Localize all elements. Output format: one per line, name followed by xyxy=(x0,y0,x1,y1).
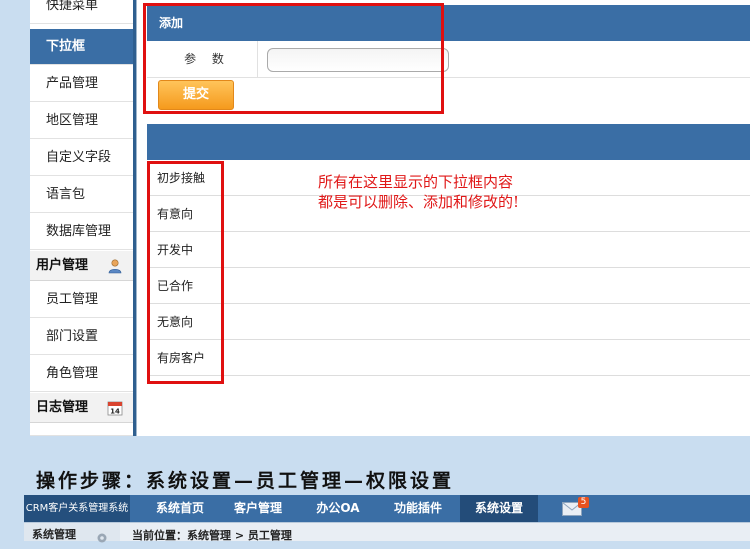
sidebar: 快捷菜单 下拉框 产品管理 地区管理 自定义字段 语言包 数据库管理 用户管理 … xyxy=(30,0,136,436)
gear-icon xyxy=(97,533,107,543)
calendar-icon-number: 14 xyxy=(110,408,120,416)
crm-app-title: CRM客户关系管理系统 xyxy=(24,495,130,522)
calendar-icon: 14 xyxy=(107,401,123,416)
sidebar-item-quick-menu[interactable]: 快捷菜单 xyxy=(30,0,133,24)
dropdown-list-header xyxy=(147,124,750,160)
sub-menu-label: 系统管理 xyxy=(32,528,76,541)
user-icon xyxy=(108,259,122,274)
mail-count-badge: 5 xyxy=(578,497,589,508)
tab-customer-management[interactable]: 客户管理 xyxy=(220,495,296,522)
list-item[interactable]: 有房客户 xyxy=(147,340,750,376)
tab-plugins[interactable]: 功能插件 xyxy=(380,495,456,522)
sidebar-item-department-settings[interactable]: 部门设置 xyxy=(30,319,133,355)
sidebar-spacer xyxy=(30,424,133,436)
sidebar-item-role-management[interactable]: 角色管理 xyxy=(30,356,133,392)
sidebar-group-log-management[interactable]: 日志管理 14 xyxy=(30,393,133,423)
highlight-box-dropdown-list xyxy=(147,161,224,384)
sidebar-item-dropdown[interactable]: 下拉框 xyxy=(30,29,133,65)
highlight-box-add-form xyxy=(143,3,444,114)
sidebar-group-user-management[interactable]: 用户管理 xyxy=(30,251,133,281)
crm-top-bar: CRM客户关系管理系统 系统首页 客户管理 办公OA 功能插件 系统设置 5 xyxy=(24,495,750,522)
crm-sub-bar: 系统管理 当前位置：系统管理 > 员工管理 xyxy=(24,522,750,543)
sidebar-group-label: 日志管理 xyxy=(36,400,89,415)
annotation-line-2: 都是可以删除、添加和修改的! xyxy=(318,193,520,211)
sidebar-group-label: 用户管理 xyxy=(36,258,89,273)
tab-office-oa[interactable]: 办公OA xyxy=(302,495,374,522)
breadcrumb: 当前位置：系统管理 > 员工管理 xyxy=(132,529,292,542)
list-item[interactable]: 开发中 xyxy=(147,232,750,268)
sidebar-item-region-management[interactable]: 地区管理 xyxy=(30,103,133,139)
tab-system-home[interactable]: 系统首页 xyxy=(142,495,218,522)
tab-system-settings[interactable]: 系统设置 xyxy=(460,495,538,522)
sidebar-item-product-management[interactable]: 产品管理 xyxy=(30,66,133,102)
annotation-text: 所有在这里显示的下拉框内容 都是可以删除、添加和修改的! xyxy=(318,172,519,212)
sidebar-item-language-pack[interactable]: 语言包 xyxy=(30,177,133,213)
sidebar-item-employee-management[interactable]: 员工管理 xyxy=(30,282,133,318)
sidebar-item-custom-fields[interactable]: 自定义字段 xyxy=(30,140,133,176)
list-item[interactable]: 无意向 xyxy=(147,304,750,340)
sidebar-item-database-management[interactable]: 数据库管理 xyxy=(30,214,133,250)
annotation-line-1: 所有在这里显示的下拉框内容 xyxy=(318,173,514,191)
list-item[interactable]: 已合作 xyxy=(147,268,750,304)
instruction-text: 操作步骤：系统设置—员工管理—权限设置 xyxy=(36,470,455,492)
